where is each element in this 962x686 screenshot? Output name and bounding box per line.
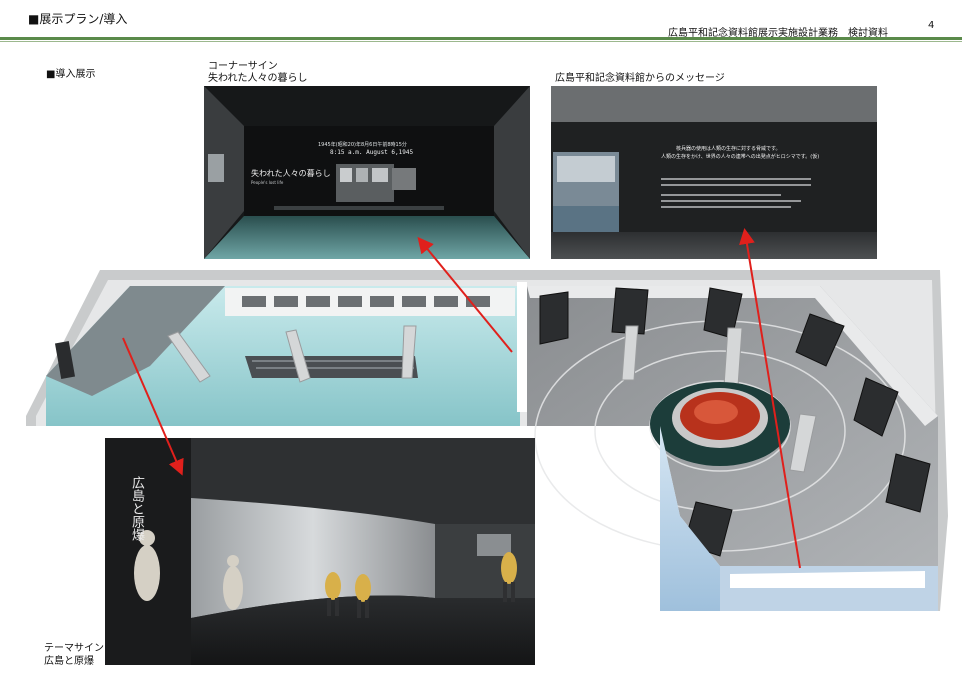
intro-exhibit-label: ■導入展示	[46, 69, 96, 80]
corner-wall-subtitle: People's lost life	[251, 180, 284, 185]
theme-sign-label: テーマサイン	[44, 643, 104, 654]
section-title: ■展示プラン/導入	[28, 12, 128, 26]
corner-wall-title: 失われた人々の暮らし	[251, 169, 331, 178]
message-line-2: 人類の生存をかけ、世界の人々の連帯への出発点がヒロシマです。(仮)	[661, 154, 820, 160]
page-number: 4	[928, 20, 935, 31]
theme-sign-render	[105, 438, 535, 665]
header-rule-thin	[0, 41, 962, 42]
message-render	[551, 86, 877, 259]
theme-sign-name: 広島と原爆	[44, 656, 94, 667]
corner-sign-name: 失われた人々の暮らし	[208, 73, 308, 84]
corner-time-line: 8:15 a.m. August 6,1945	[330, 149, 414, 156]
message-line-1: 核兵器の使用は人類の生存に対する脅威です。	[676, 146, 781, 152]
theme-wall-title: 広島と原爆	[129, 476, 144, 541]
header-rule	[0, 37, 962, 40]
corner-date-line: 1945年(昭和20)年8月6日午前8時15分	[318, 142, 407, 148]
message-label: 広島平和記念資料館からのメッセージ	[555, 73, 725, 84]
